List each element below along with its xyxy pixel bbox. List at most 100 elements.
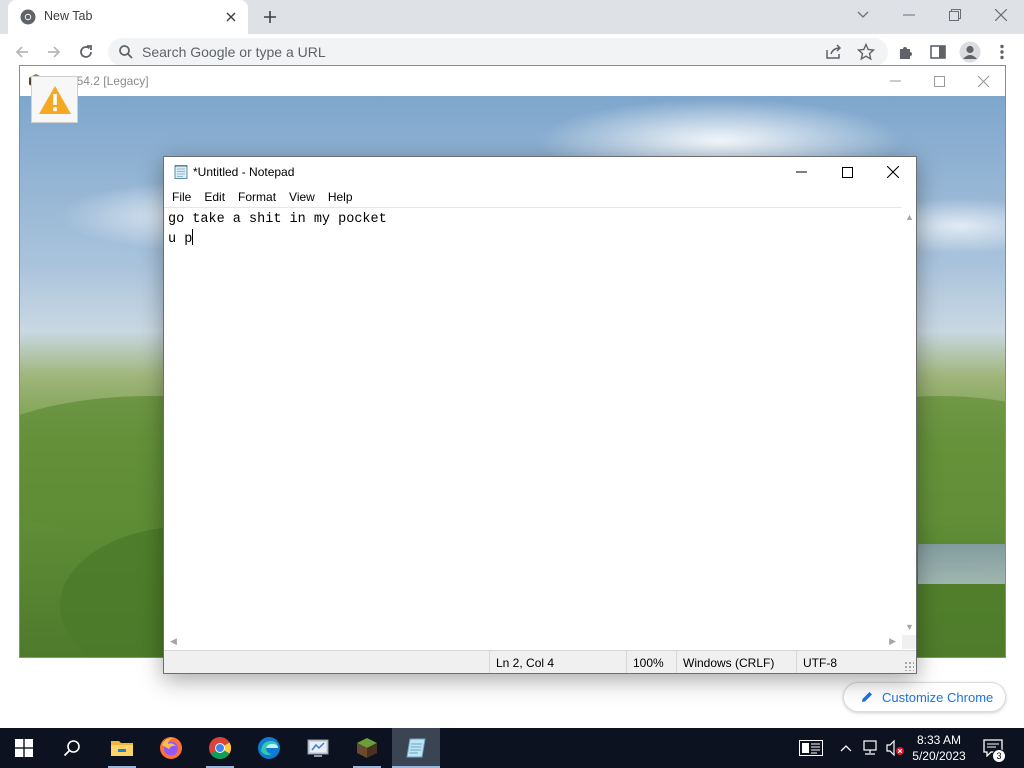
vertical-scrollbar[interactable]: ▲ ▼: [902, 207, 916, 635]
chrome-close-button[interactable]: [978, 0, 1024, 30]
notification-count-badge: 3: [992, 749, 1006, 763]
network-icon: [863, 740, 877, 755]
taskbar-firefox[interactable]: [147, 728, 195, 768]
extensions-button[interactable]: [894, 40, 918, 64]
notepad-menu-bar: File Edit Format View Help: [164, 187, 916, 207]
minimize-icon: [795, 171, 807, 173]
maximize-icon: [933, 75, 945, 87]
status-line-ending: Windows (CRLF): [676, 651, 774, 673]
resize-grip-icon[interactable]: [904, 661, 914, 671]
bookmark-button[interactable]: [854, 40, 878, 64]
side-panel-icon: [930, 45, 946, 59]
taskbar-file-explorer[interactable]: [98, 728, 146, 768]
menu-file[interactable]: File: [167, 187, 199, 207]
clock-time: 8:33 AM: [916, 733, 962, 747]
omnibox[interactable]: Search Google or type a URL: [108, 38, 888, 66]
scroll-up-icon[interactable]: ▲: [905, 212, 914, 222]
forward-arrow-icon: [48, 46, 61, 58]
pencil-icon: [862, 692, 872, 702]
tlauncher-minimize-button[interactable]: [873, 66, 917, 96]
notepad-icon: [173, 164, 189, 180]
notepad-text-area[interactable]: go take a shit in my pocket u p: [164, 207, 902, 635]
notepad-titlebar[interactable]: *Untitled - Notepad: [164, 157, 916, 187]
tlauncher-maximize-button[interactable]: [917, 66, 961, 96]
text-caret: [192, 229, 194, 245]
text-line-1: go take a shit in my pocket: [168, 212, 387, 227]
volume-button[interactable]: [884, 738, 906, 758]
tlauncher-close-button[interactable]: [961, 66, 1005, 96]
new-tab-button[interactable]: [258, 6, 282, 28]
windows-start-icon: [15, 739, 33, 757]
search-icon: [63, 740, 80, 757]
firefox-icon: [160, 737, 182, 759]
back-button[interactable]: [10, 40, 34, 64]
start-button[interactable]: [0, 728, 48, 768]
tab-new-tab[interactable]: New Tab: [8, 0, 248, 34]
scrollbar-corner: [902, 635, 916, 649]
windows-taskbar: 8:33 AM 5/20/2023: [0, 728, 1024, 768]
water: [918, 544, 1005, 584]
taskbar-search-button[interactable]: [48, 728, 96, 768]
omnibox-placeholder: Search Google or type a URL: [142, 44, 326, 60]
taskbar-chrome[interactable]: [196, 728, 244, 768]
chevron-down-icon: [857, 11, 869, 18]
chrome-restore-button[interactable]: [932, 0, 978, 30]
taskbar-edge[interactable]: [245, 728, 293, 768]
taskbar-clock[interactable]: 8:33 AM 5/20/2023: [906, 732, 972, 764]
control-panel-icon: [307, 739, 329, 757]
tab-search-button[interactable]: [840, 0, 886, 30]
customize-chrome-label: Customize Chrome: [882, 689, 994, 705]
customize-chrome-button[interactable]: Customize Chrome: [843, 682, 1006, 712]
notepad-title: *Untitled - Notepad: [193, 165, 295, 179]
status-zoom: 100%: [626, 651, 664, 673]
text-line-2-wrapper: u p: [168, 229, 898, 249]
menu-format[interactable]: Format: [233, 187, 284, 207]
warning-button[interactable]: [31, 76, 78, 123]
chrome-tab-strip: New Tab: [0, 0, 1024, 34]
reload-icon: [80, 45, 92, 58]
scroll-left-icon[interactable]: ◀: [170, 636, 177, 647]
menu-help[interactable]: Help: [323, 187, 361, 207]
scroll-down-icon[interactable]: ▼: [905, 622, 914, 632]
close-icon: [995, 9, 1007, 21]
chrome-menu-button[interactable]: [990, 40, 1014, 64]
horizontal-scrollbar[interactable]: ◀ ▶: [164, 635, 902, 649]
reload-button[interactable]: [74, 40, 98, 64]
maximize-icon: [841, 166, 853, 178]
show-hidden-icons-button[interactable]: [838, 738, 854, 758]
notepad-maximize-button[interactable]: [824, 157, 870, 187]
chrome-icon: [20, 9, 36, 25]
side-panel-button[interactable]: [926, 40, 950, 64]
volume-muted-icon: [886, 740, 904, 756]
news-widget-button[interactable]: [798, 738, 824, 758]
taskbar-minecraft[interactable]: [343, 728, 391, 768]
tab-title: New Tab: [44, 9, 93, 23]
news-widget-icon: [799, 740, 823, 756]
back-arrow-icon: [15, 46, 28, 58]
notepad-status-bar: Ln 2, Col 4 100% Windows (CRLF) UTF-8: [164, 650, 916, 673]
chevron-up-icon: [840, 745, 852, 752]
status-encoding: UTF-8: [796, 651, 837, 673]
restore-icon: [949, 9, 961, 21]
taskbar-control-panel[interactable]: [294, 728, 342, 768]
edge-icon: [258, 737, 280, 759]
close-icon[interactable]: [222, 8, 240, 26]
forward-button[interactable]: [42, 40, 66, 64]
notepad-minimize-button[interactable]: [778, 157, 824, 187]
chrome-minimize-button[interactable]: [886, 0, 932, 30]
taskbar-notepad[interactable]: [392, 728, 440, 768]
notepad-close-button[interactable]: [870, 157, 916, 187]
minecraft-icon: [357, 738, 377, 758]
chrome-icon: [209, 737, 231, 759]
menu-view[interactable]: View: [284, 187, 323, 207]
profile-button[interactable]: [958, 40, 982, 64]
warning-triangle-icon: [38, 85, 71, 114]
menu-edit[interactable]: Edit: [199, 187, 233, 207]
share-button[interactable]: [822, 40, 846, 64]
scroll-right-icon[interactable]: ▶: [889, 636, 896, 647]
tlauncher-titlebar[interactable]: TL 154.2 [Legacy]: [20, 66, 1005, 96]
extensions-puzzle-icon: [900, 47, 912, 59]
network-button[interactable]: [860, 738, 880, 758]
text-line-2: u p: [168, 232, 193, 247]
kebab-menu-icon: [1000, 44, 1004, 60]
